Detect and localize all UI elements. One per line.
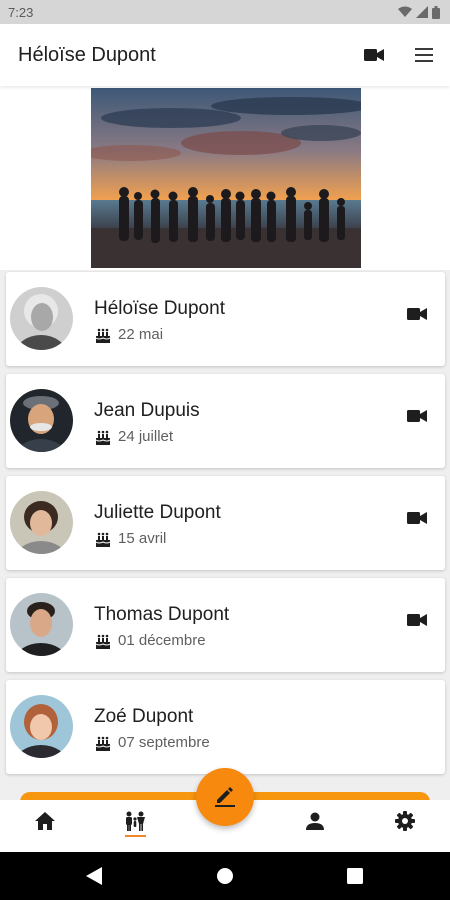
birthday-row: 22 mai	[95, 326, 163, 343]
birthday-date: 24 juillet	[118, 428, 174, 445]
video-call-button[interactable]	[362, 43, 386, 67]
cake-icon	[95, 328, 111, 343]
birthday-date: 22 mai	[118, 326, 164, 343]
back-icon	[86, 867, 102, 885]
avatar-man	[10, 593, 73, 656]
home-circle-icon	[217, 868, 233, 884]
birthday-date: 07 septembre	[118, 734, 210, 751]
status-bar: 7:23	[0, 0, 450, 24]
video-icon	[407, 512, 427, 524]
nav-home[interactable]	[30, 806, 60, 836]
video-call-button[interactable]	[407, 613, 427, 632]
contact-card[interactable]: Héloïse Dupont 22 mai	[6, 272, 445, 366]
cake-icon	[95, 736, 111, 751]
recents-button[interactable]	[343, 864, 367, 888]
app-bar: Héloïse Dupont	[0, 24, 450, 86]
cake-icon	[95, 634, 111, 649]
cake-icon	[95, 532, 111, 547]
contact-name: Jean Dupuis	[94, 400, 200, 421]
avatar-elderly-man	[10, 389, 73, 452]
birthday-row: 01 décembre	[95, 632, 206, 649]
avatar-woman	[10, 491, 73, 554]
app-actions	[362, 43, 436, 67]
settings-icon	[395, 811, 415, 831]
battery-icon	[432, 5, 440, 19]
recents-icon	[347, 868, 363, 884]
video-icon	[407, 308, 427, 320]
birthday-row: 15 avril	[95, 530, 166, 547]
avatar	[10, 287, 73, 350]
video-call-button[interactable]	[407, 307, 427, 326]
contact-name: Juliette Dupont	[94, 502, 221, 523]
contact-card[interactable]: Thomas Dupont 01 décembre	[6, 578, 445, 672]
avatar	[10, 389, 73, 452]
menu-icon	[415, 48, 433, 62]
birthday-row: 07 septembre	[95, 734, 210, 751]
birthday-row: 24 juillet	[95, 428, 173, 445]
back-button[interactable]	[82, 864, 106, 888]
avatar-girl	[10, 695, 73, 758]
contact-name: Thomas Dupont	[94, 604, 230, 625]
contact-card[interactable]: Juliette Dupont 15 avril	[6, 476, 445, 570]
birthday-date: 15 avril	[118, 530, 167, 547]
contacts-list: Héloïse Dupont 22 mai Jean Dupuis 24 jui…	[0, 270, 450, 800]
nav-selected-indicator	[125, 835, 146, 837]
avatar-elderly-woman	[10, 287, 73, 350]
contact-name: Zoé Dupont	[94, 706, 194, 727]
edit-icon	[215, 787, 235, 807]
video-icon	[407, 410, 427, 422]
nav-settings[interactable]	[390, 806, 420, 836]
status-time: 7:23	[8, 4, 34, 20]
cake-icon	[95, 430, 111, 445]
edit-fab[interactable]	[196, 768, 254, 826]
contact-name: Héloïse Dupont	[94, 298, 225, 319]
status-icons	[398, 5, 440, 19]
person-icon	[306, 812, 324, 830]
video-icon	[364, 49, 384, 61]
avatar	[10, 491, 73, 554]
avatar	[10, 695, 73, 758]
signal-icon	[416, 6, 428, 18]
family-photo	[91, 88, 361, 268]
video-call-button[interactable]	[407, 511, 427, 530]
contact-card[interactable]: Zoé Dupont 07 septembre	[6, 680, 445, 774]
nav-family[interactable]	[120, 806, 150, 836]
family-sunset-photo	[91, 88, 361, 268]
wifi-icon	[398, 6, 412, 17]
nav-profile[interactable]	[300, 806, 330, 836]
avatar	[10, 593, 73, 656]
menu-button[interactable]	[412, 43, 436, 67]
page-title: Héloïse Dupont	[18, 43, 156, 66]
home-icon	[35, 812, 55, 830]
family-icon	[126, 811, 145, 831]
video-call-button[interactable]	[407, 409, 427, 428]
system-nav-bar	[0, 852, 450, 900]
birthday-date: 01 décembre	[118, 632, 206, 649]
home-button[interactable]	[213, 864, 237, 888]
video-icon	[407, 614, 427, 626]
contact-card[interactable]: Jean Dupuis 24 juillet	[6, 374, 445, 468]
